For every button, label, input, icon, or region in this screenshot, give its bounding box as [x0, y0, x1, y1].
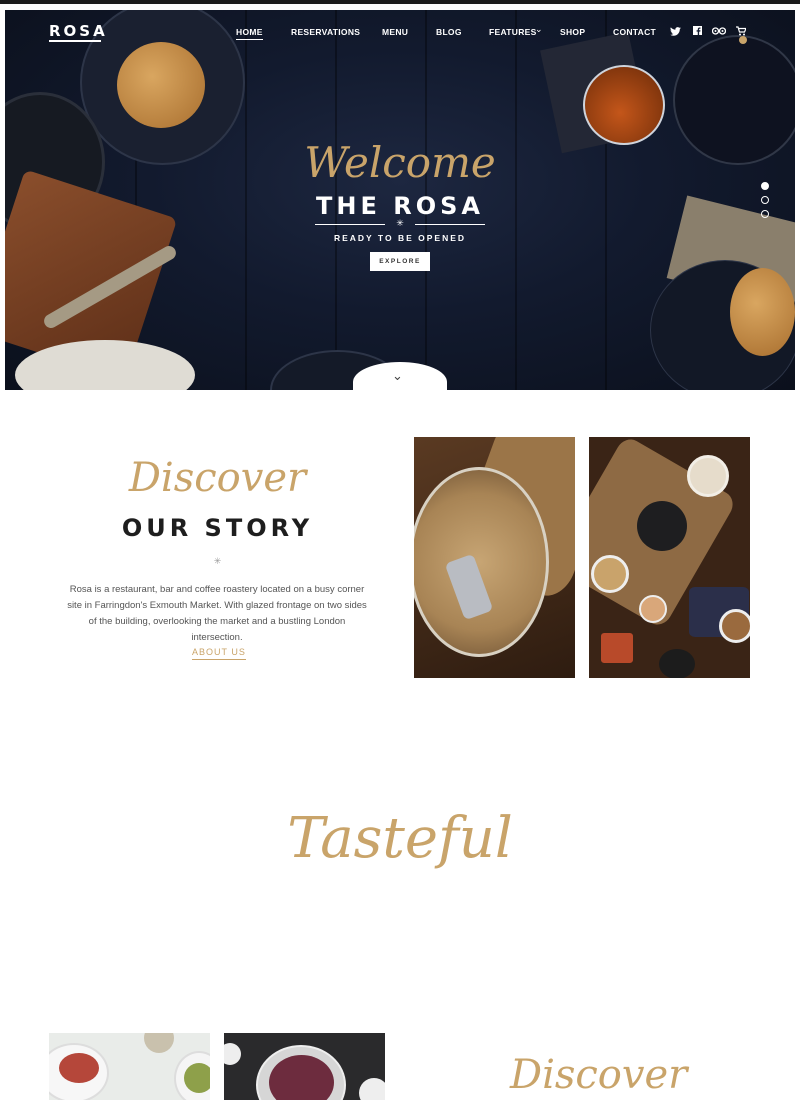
breakfast-table-photo — [589, 437, 750, 678]
hero-title: THE ROSA — [316, 192, 484, 220]
nav-item-blog[interactable]: BLOG — [436, 27, 462, 37]
about-us-link[interactable]: ABOUT US — [192, 647, 246, 660]
hero-section: ROSA HOME RESERVATIONS MENU BLOG FEATURE… — [5, 10, 795, 390]
cup-image — [359, 1078, 385, 1100]
nav-item-menu[interactable]: MENU — [382, 27, 408, 37]
food-image — [59, 1053, 99, 1083]
star-ornament-icon: ✳ — [213, 556, 222, 566]
explore-button[interactable]: EXPLORE — [370, 252, 430, 271]
top-border — [0, 0, 800, 4]
story-script-heading: Discover — [128, 455, 307, 501]
hero-script-heading: Welcome — [304, 138, 496, 187]
story-description: Rosa is a restaurant, bar and coffee roa… — [67, 584, 367, 643]
cart-badge — [739, 36, 747, 44]
chevron-down-icon[interactable]: ⌄ — [392, 368, 403, 384]
cup-image — [224, 1043, 241, 1065]
salad-bowl-photo — [224, 1033, 385, 1100]
cart-icon[interactable] — [736, 26, 746, 36]
nav-item-shop[interactable]: SHOP — [560, 27, 585, 37]
pan-image — [637, 501, 687, 551]
bowl-image — [659, 649, 695, 678]
logo-underline — [49, 40, 101, 42]
nav-item-contact[interactable]: CONTACT — [613, 27, 656, 37]
oats-jar-image — [414, 467, 549, 657]
twitter-icon[interactable] — [670, 27, 681, 36]
main-navigation: ROSA HOME RESERVATIONS MENU BLOG FEATURE… — [5, 10, 795, 60]
star-ornament-icon: ✳ — [396, 218, 404, 228]
nav-item-features[interactable]: FEATURES — [489, 27, 537, 37]
bowl-image — [601, 633, 633, 663]
nav-item-reservations[interactable]: RESERVATIONS — [291, 27, 360, 37]
salad-plates-photo — [49, 1033, 210, 1100]
food-image — [184, 1063, 210, 1093]
nav-item-home[interactable]: HOME — [236, 27, 263, 40]
story-title: OUR STORY — [121, 514, 314, 542]
teapot-image — [583, 65, 665, 145]
divider-line — [415, 224, 485, 225]
chevron-down-icon: ⌄ — [535, 24, 543, 34]
oats-jar-photo — [414, 437, 575, 678]
site-logo[interactable]: ROSA — [49, 22, 108, 40]
bowl-image — [144, 1033, 174, 1053]
facebook-icon[interactable] — [693, 26, 702, 35]
cookie-image — [730, 268, 795, 356]
discover-script-heading: Discover — [510, 1052, 688, 1098]
cup-image — [687, 455, 729, 497]
bowl-image — [591, 555, 629, 593]
hero-subtitle: READY TO BE OPENED — [333, 233, 467, 243]
cup-image — [639, 595, 667, 623]
bowl-image — [719, 609, 750, 643]
tripadvisor-icon[interactable] — [712, 26, 726, 35]
tasteful-script-heading: Tasteful — [287, 806, 513, 871]
